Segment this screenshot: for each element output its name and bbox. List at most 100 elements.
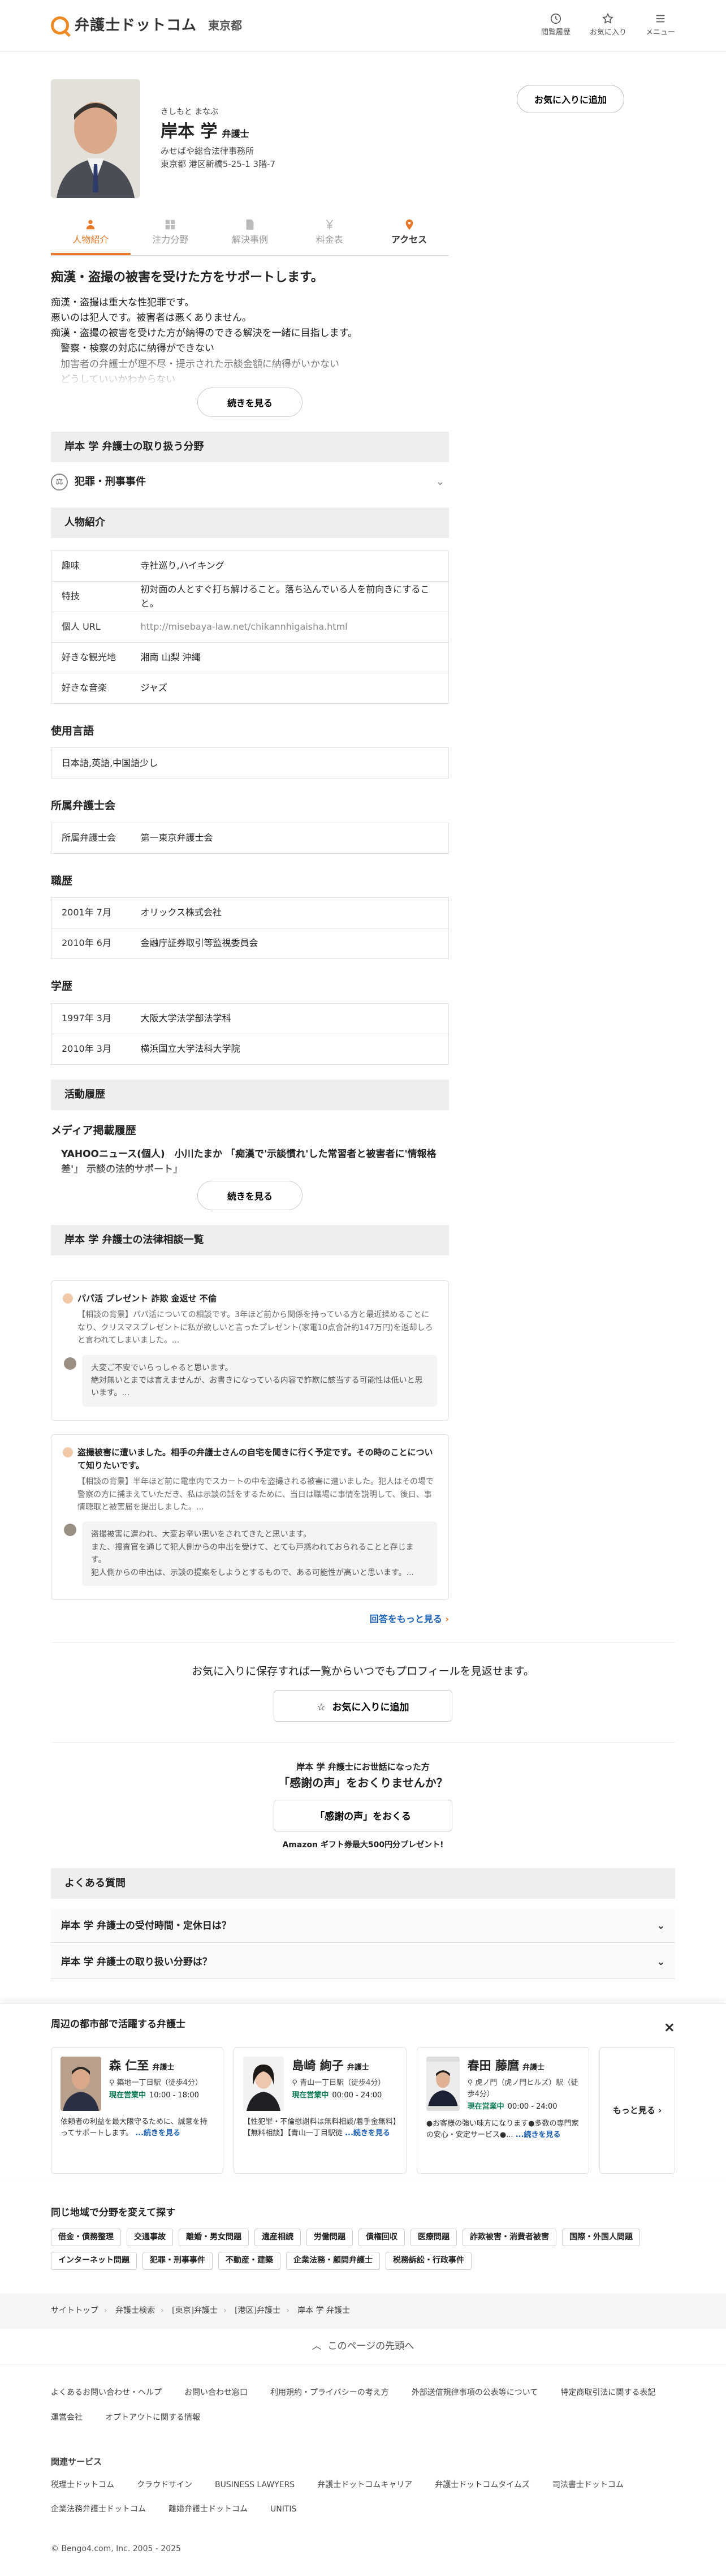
card-more-link[interactable]: ...続きを見る xyxy=(516,2131,561,2139)
add-favorite-bottom-button[interactable]: ☆ お気に入りに追加 xyxy=(274,1690,452,1722)
lawyer-avatar xyxy=(64,1524,76,1537)
lawyer-card[interactable]: 春田 藤麿 弁護士 ⚲ 虎ノ門（虎ノ門ヒルズ）駅（徒歩4分） 現在営業中 00:00… xyxy=(416,2047,590,2174)
breadcrumb-item[interactable]: [港区]弁護士 xyxy=(235,2306,280,2315)
area-chip[interactable]: 離婚・男女問題 xyxy=(179,2228,249,2247)
row-value: ジャズ xyxy=(130,673,449,704)
area-chip[interactable]: インターネット問題 xyxy=(51,2252,137,2270)
area-chip[interactable]: 債権回収 xyxy=(358,2228,405,2247)
footer-link[interactable]: オプトアウトに関する情報 xyxy=(105,2412,200,2424)
history-button[interactable]: 閲覧履歴 xyxy=(541,12,571,38)
row-key: 2010年 6月 xyxy=(51,928,131,960)
favorites-button[interactable]: お気に入り xyxy=(590,12,626,38)
service-link[interactable]: 企業法務弁護士ドットコム xyxy=(51,2504,146,2516)
page-container: お気に入りに追加 きしもと まなぶ 岸本 学弁護士 みせばや総合法律事務所 東京… xyxy=(51,52,675,2270)
map-pin-icon xyxy=(405,219,413,230)
service-link[interactable]: BUSINESS LAWYERS xyxy=(215,2479,295,2492)
footer-link[interactable]: 利用規約・プライバシーの考え方 xyxy=(270,2387,389,2399)
row-key: 特技 xyxy=(51,581,131,613)
menu-button[interactable]: メニュー xyxy=(646,12,675,38)
area-chip[interactable]: 医療問題 xyxy=(410,2228,457,2247)
card-name: 森 仁至 xyxy=(109,2059,149,2073)
lawyer-card[interactable]: 森 仁至 弁護士 ⚲ 築地一丁目駅（徒歩4分） 現在営業中 10:00 - 18:0… xyxy=(51,2047,224,2174)
site-logo[interactable]: 弁護士ドットコム 東京都 xyxy=(51,14,242,37)
more-lawyers-label: もっと見る xyxy=(612,2105,655,2115)
service-link[interactable]: クラウドサイン xyxy=(137,2479,192,2492)
service-link[interactable]: 税理士ドットコム xyxy=(51,2479,114,2492)
add-favorite-button[interactable]: お気に入りに追加 xyxy=(517,85,624,113)
fields-heading: 岸本 学 弁護士の取り扱う分野 xyxy=(51,432,449,463)
footer-link[interactable]: 運営会社 xyxy=(51,2412,83,2424)
office-name[interactable]: みせばや総合法律事務所 xyxy=(161,145,275,158)
area-chip[interactable]: 労働問題 xyxy=(306,2228,353,2247)
table-row: 1997年 3月 大阪大学法学部法学科 xyxy=(51,1003,449,1034)
lead-more-button[interactable]: 続きを見る xyxy=(197,388,302,418)
area-chip[interactable]: 不動産・建築 xyxy=(218,2252,280,2270)
card-name: 春田 藤麿 xyxy=(467,2059,519,2073)
lawyer-card-photo xyxy=(426,2057,460,2111)
services-heading: 関連サービス xyxy=(51,2457,102,2467)
more-lawyers-button[interactable]: もっと見る › xyxy=(599,2047,675,2174)
area-chip[interactable]: 国際・外国人問題 xyxy=(562,2228,640,2247)
breadcrumb-item[interactable]: [東京]弁護士 xyxy=(172,2306,218,2315)
table-row: 所属弁護士会 第一東京弁護士会 xyxy=(51,822,449,854)
profile-tabs: 人物紹介 注力分野 解決事例 料金表 アクセス xyxy=(51,214,449,256)
back-to-top-link[interactable]: ︿ このページの先頭へ xyxy=(0,2329,726,2364)
consultation-card[interactable]: パパ活 プレゼント 詐欺 金返せ 不倫 【相談の背景】パパ活についての相談です。… xyxy=(51,1280,449,1421)
area-chip[interactable]: 犯罪・刑事事件 xyxy=(142,2252,213,2270)
consultation-title: 盗撮被害に遭いました。相手の弁護士さんの自宅を聞きに行く予定です。その時のことに… xyxy=(77,1447,433,1471)
tab-intro[interactable]: 人物紹介 xyxy=(51,214,131,255)
lead-title: 痴漢・盗撮の被害を受けた方をサポートします。 xyxy=(51,270,323,285)
chevron-down-icon: ⌄ xyxy=(656,1920,665,1932)
area-chip[interactable]: 企業法務・顧問弁護士 xyxy=(286,2252,380,2270)
breadcrumb-separator: › xyxy=(286,2306,289,2315)
service-link[interactable]: 離婚弁護士ドットコム xyxy=(168,2504,248,2516)
consultation-body: 【相談の背景】半年ほど前に電車内でスカートの中を盗撮される被害に遭いました。犯人… xyxy=(77,1477,434,1512)
lead-line: 加害者の弁護士が理不尽・提示された示談金額に納得がいかない xyxy=(51,358,339,370)
tab-intro-label: 人物紹介 xyxy=(72,234,109,245)
lead-line: 痴漢・盗撮の被害を受けた方が納得のできる解決を一緒に目指します。 xyxy=(51,328,357,339)
personal-url-link[interactable]: http://misebaya-law.net/chikannhigaisha.… xyxy=(130,612,449,643)
footer-link[interactable]: 外部送信規律事項の公表等について xyxy=(412,2387,538,2399)
area-chip[interactable]: 遺産相続 xyxy=(254,2228,301,2247)
area-chip[interactable]: 税務訴訟・行政事件 xyxy=(386,2252,472,2270)
open-status-badge: 現在営業中 xyxy=(109,2091,146,2100)
back-to-top-label: このページの先頭へ xyxy=(327,2340,414,2352)
footer-link[interactable]: お問い合わせ窓口 xyxy=(184,2387,248,2399)
consultation-card[interactable]: 盗撮被害に遭いました。相手の弁護士さんの自宅を聞きに行く予定です。その時のことに… xyxy=(51,1434,449,1601)
faq-item[interactable]: 岸本 学 弁護士の取り扱い分野は？ ⌄ xyxy=(51,1945,675,1980)
tab-fees[interactable]: 料金表 xyxy=(289,214,369,255)
tab-cases[interactable]: 解決事例 xyxy=(210,214,290,255)
service-link[interactable]: UNITIS xyxy=(270,2504,296,2516)
lawyer-card[interactable]: 島崎 絢子 弁護士 ⚲ 青山一丁目駅（徒歩4分） 現在営業中 00:00 - 24:… xyxy=(234,2047,407,2174)
thanks-section: 岸本 学 弁護士にお世話になった方 「感謝の声」をおくりませんか？ 「感謝の声」… xyxy=(51,1743,675,1863)
logo-mark-icon xyxy=(51,16,69,35)
card-more-link[interactable]: ...続きを見る xyxy=(135,2129,180,2138)
tab-access[interactable]: アクセス xyxy=(369,214,449,255)
answer-bubble: 大変ご不安でいらっしゃると思います。 絶対無いとまでは言えませんが、お書きになっ… xyxy=(82,1354,437,1407)
area-chip[interactable]: 交通事故 xyxy=(127,2228,173,2247)
card-more-link[interactable]: ...続きを見る xyxy=(345,2129,390,2138)
row-key: 1997年 3月 xyxy=(51,1003,131,1034)
breadcrumb-item[interactable]: サイトトップ xyxy=(51,2306,98,2315)
field-item-criminal[interactable]: ⚖ 犯罪・刑事事件 ⌄ xyxy=(51,462,449,493)
service-link[interactable]: 司法書士ドットコム xyxy=(552,2479,624,2492)
chevron-down-icon: ⌄ xyxy=(435,476,444,488)
lead-line: 悪いのは犯人です。被害者は悪くありません。 xyxy=(51,312,252,324)
footer-link[interactable]: よくあるお問い合わせ・ヘルプ xyxy=(51,2387,162,2399)
send-thanks-button[interactable]: 「感謝の声」をおくる xyxy=(274,1799,452,1831)
map-pin-icon: ⚲ xyxy=(467,2078,473,2087)
region-label[interactable]: 東京都 xyxy=(208,17,242,35)
card-location: 築地一丁目駅（徒歩4分） xyxy=(116,2078,202,2087)
footer-link[interactable]: 特定商取引法に関する表記 xyxy=(560,2387,655,2399)
tab-focus[interactable]: 注力分野 xyxy=(131,214,210,255)
close-icon[interactable]: × xyxy=(664,2017,675,2038)
more-answers-link[interactable]: 回答をもっと見る › xyxy=(51,1612,449,1627)
service-link[interactable]: 弁護士ドットコムタイムズ xyxy=(435,2479,530,2492)
faq-item[interactable]: 岸本 学 弁護士の受付時間・定休日は？ ⌄ xyxy=(51,1909,675,1943)
activity-more-button[interactable]: 続きを見る xyxy=(197,1181,302,1211)
breadcrumb-item[interactable]: 弁護士検索 xyxy=(115,2306,155,2315)
row-key: 2001年 7月 xyxy=(51,897,131,929)
area-chip[interactable]: 詐欺被害・消費者被害 xyxy=(463,2228,556,2247)
service-link[interactable]: 弁護士ドットコムキャリア xyxy=(317,2479,412,2492)
area-chip[interactable]: 借金・債務整理 xyxy=(51,2228,121,2247)
